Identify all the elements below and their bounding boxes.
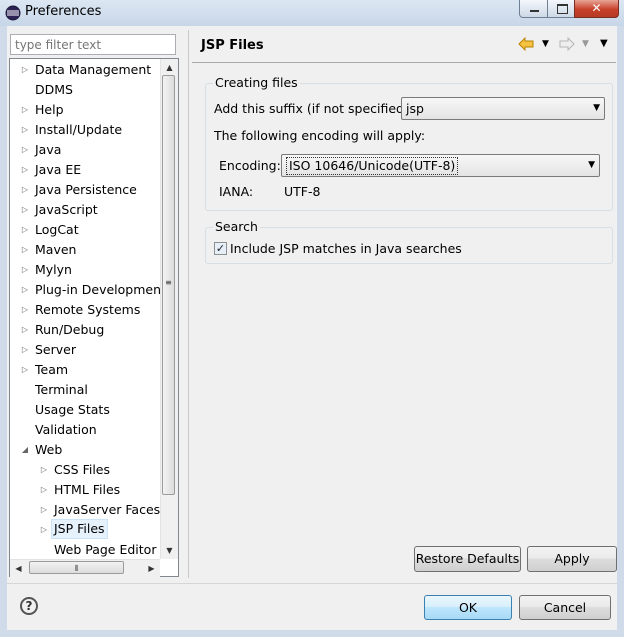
tree-item-label: Install/Update xyxy=(35,122,123,137)
collapsed-arrow-icon[interactable]: ▷ xyxy=(20,100,30,120)
help-icon[interactable]: ? xyxy=(20,597,38,615)
tree-item-label: Java Persistence xyxy=(35,182,137,197)
filter-input[interactable] xyxy=(10,34,176,55)
collapsed-arrow-icon[interactable]: ▷ xyxy=(20,140,30,160)
collapsed-arrow-icon[interactable]: ▷ xyxy=(20,120,30,140)
tree-item-label: Java EE xyxy=(35,162,82,177)
tree-item-label: Usage Stats xyxy=(35,402,110,417)
suffix-value: jsp xyxy=(406,101,424,116)
collapsed-arrow-icon[interactable]: ▷ xyxy=(20,340,30,360)
collapsed-arrow-icon[interactable]: ▷ xyxy=(39,460,49,480)
cancel-button[interactable]: Cancel xyxy=(519,595,611,620)
tree-item-label: LogCat xyxy=(35,222,79,237)
tree-item-label: Help xyxy=(35,102,64,117)
iana-label: IANA: xyxy=(219,184,254,199)
back-arrow-icon[interactable] xyxy=(518,37,534,51)
iana-value: UTF-8 xyxy=(284,184,321,199)
collapsed-arrow-icon[interactable]: ▷ xyxy=(39,500,49,520)
tree-item-label: DDMS xyxy=(35,82,73,97)
collapsed-arrow-icon[interactable]: ▷ xyxy=(20,180,30,200)
include-jsp-label[interactable]: Include JSP matches in Java searches xyxy=(230,241,462,256)
page-title: JSP Files xyxy=(201,38,264,53)
collapsed-arrow-icon[interactable]: ▷ xyxy=(20,60,30,80)
tree-item-label: Validation xyxy=(35,422,97,437)
forward-arrow-icon[interactable] xyxy=(559,37,575,51)
maximize-icon xyxy=(557,4,568,14)
expanded-arrow-icon[interactable]: ◢ xyxy=(20,440,30,460)
tree-item-label: Web Page Editor xyxy=(54,542,157,557)
encoding-label: Encoding: xyxy=(219,158,281,173)
collapsed-arrow-icon[interactable]: ▷ xyxy=(20,300,30,320)
grip-icon: ⦀ xyxy=(74,564,79,573)
tree-item-label: Team xyxy=(35,362,69,377)
tree-item-label: Web xyxy=(35,442,63,457)
preference-tree: ▷ Data Management DDMS ▷ Help ▷ Install/Update… xyxy=(9,58,179,577)
tree-vertical-scroll-thumb[interactable]: ≡ xyxy=(162,75,175,495)
tree-item-label: Data Management xyxy=(35,62,152,77)
chevron-down-icon: ▼ xyxy=(593,103,600,113)
collapsed-arrow-icon[interactable]: ▷ xyxy=(20,220,30,240)
scroll-up-icon[interactable]: ▲ xyxy=(164,61,175,74)
minimize-icon xyxy=(530,10,539,12)
footer-separator xyxy=(7,583,617,584)
back-menu-chevron-down-icon[interactable]: ▼ xyxy=(542,36,549,52)
search-legend: Search xyxy=(213,219,260,234)
collapsed-arrow-icon[interactable]: ▷ xyxy=(20,160,30,180)
ok-button[interactable]: OK xyxy=(424,595,512,620)
tree-item-label: Plug-in Development xyxy=(35,282,166,297)
maximize-button[interactable] xyxy=(547,0,575,18)
close-icon: ✕ xyxy=(591,1,602,15)
collapsed-arrow-icon[interactable]: ▷ xyxy=(20,360,30,380)
tree-item-label: Remote Systems xyxy=(35,302,141,317)
collapsed-arrow-icon[interactable]: ▷ xyxy=(39,480,49,500)
tree-item-label: Maven xyxy=(35,242,77,257)
window-title: Preferences xyxy=(25,4,102,19)
minimize-button[interactable] xyxy=(519,0,548,18)
close-button[interactable]: ✕ xyxy=(574,0,619,18)
collapsed-arrow-icon[interactable]: ▷ xyxy=(39,520,49,540)
tree-item-label: Mylyn xyxy=(35,262,72,277)
tree-item-label: CSS Files xyxy=(54,462,110,477)
restore-defaults-button[interactable]: Restore Defaults xyxy=(414,546,521,572)
scroll-left-icon[interactable]: ◀ xyxy=(13,562,24,575)
collapsed-arrow-icon[interactable]: ▷ xyxy=(20,280,30,300)
grip-icon: ≡ xyxy=(165,278,172,287)
creating-files-legend: Creating files xyxy=(213,75,300,90)
tree-horizontal-scroll-thumb[interactable]: ⦀ xyxy=(29,561,124,574)
encoding-value: ISO 10646/Unicode(UTF-8) xyxy=(286,157,459,175)
pane-sash[interactable] xyxy=(183,30,187,578)
collapsed-arrow-icon[interactable]: ▷ xyxy=(20,200,30,220)
tree-item-label: Terminal xyxy=(35,382,88,397)
collapsed-arrow-icon[interactable]: ▷ xyxy=(20,320,30,340)
chevron-down-icon: ▼ xyxy=(588,160,595,170)
tree-item-label: JSP Files xyxy=(51,519,108,539)
tree-item-label: JavaScript xyxy=(35,202,98,217)
suffix-label: Add this suffix (if not specified): xyxy=(214,101,414,116)
suffix-dropdown[interactable]: jsp ▼ xyxy=(401,97,605,120)
view-menu-icon[interactable]: ▼ xyxy=(600,36,608,52)
scroll-right-icon[interactable]: ▶ xyxy=(146,562,157,575)
collapsed-arrow-icon[interactable]: ▷ xyxy=(20,240,30,260)
apply-button[interactable]: Apply xyxy=(527,546,617,572)
eclipse-icon xyxy=(5,5,21,21)
tree-item-label: HTML Files xyxy=(54,482,121,497)
tree-item-label: Java xyxy=(35,142,62,157)
tree-item-label: JavaServer Faces T xyxy=(54,502,172,517)
include-jsp-checkbox[interactable]: ✓ xyxy=(214,242,227,255)
forward-menu-chevron-down-icon[interactable]: ▼ xyxy=(582,36,589,52)
encoding-intro: The following encoding will apply: xyxy=(214,128,426,143)
tree-item-label: Server xyxy=(35,342,76,357)
tree-item-label: Run/Debug xyxy=(35,322,105,337)
scroll-down-icon[interactable]: ▼ xyxy=(164,544,175,557)
encoding-dropdown[interactable]: ISO 10646/Unicode(UTF-8) ▼ xyxy=(281,154,600,177)
title-separator xyxy=(192,62,616,63)
collapsed-arrow-icon[interactable]: ▷ xyxy=(20,260,30,280)
